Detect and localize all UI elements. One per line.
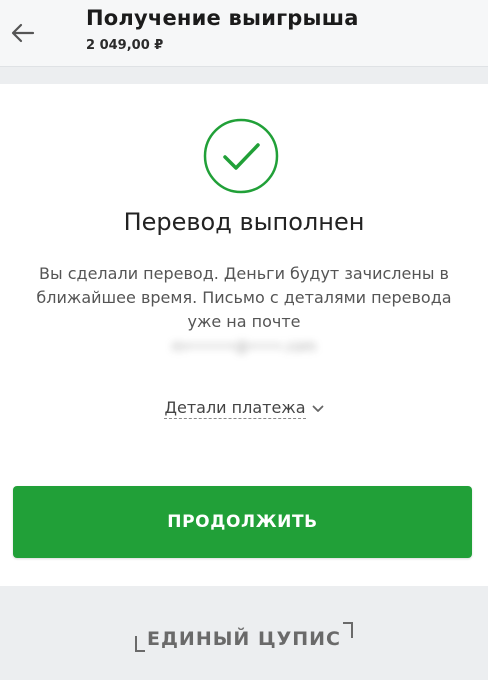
logo-bracket-right	[342, 622, 353, 638]
page-title: Получение выигрыша	[86, 6, 359, 30]
payment-details-label: Детали платежа	[164, 398, 306, 419]
result-title: Перевод выполнен	[123, 208, 365, 236]
arrow-left-icon	[11, 23, 35, 43]
recipient-email: m••••••@••••.com	[171, 339, 317, 355]
cupis-logo: ЕДИНЫЙ ЦУПИС	[129, 620, 359, 654]
chevron-down-icon	[312, 405, 323, 412]
cupis-logo-text: ЕДИНЫЙ ЦУПИС	[147, 628, 341, 650]
checkmark-circle-icon	[203, 118, 279, 194]
logo-bracket-left	[135, 636, 146, 652]
result-description: Вы сделали перевод. Деньги будут зачисле…	[36, 264, 452, 331]
footer: ЕДИНЫЙ ЦУПИС	[0, 612, 488, 662]
payout-amount: 2 049,00 ₽	[86, 38, 164, 53]
back-button[interactable]	[6, 18, 40, 48]
payment-details-toggle[interactable]: Детали платежа	[0, 398, 488, 419]
continue-button[interactable]: ПРОДОЛЖИТЬ	[13, 486, 472, 558]
header-bar: Получение выигрыша 2 049,00 ₽	[0, 0, 488, 67]
